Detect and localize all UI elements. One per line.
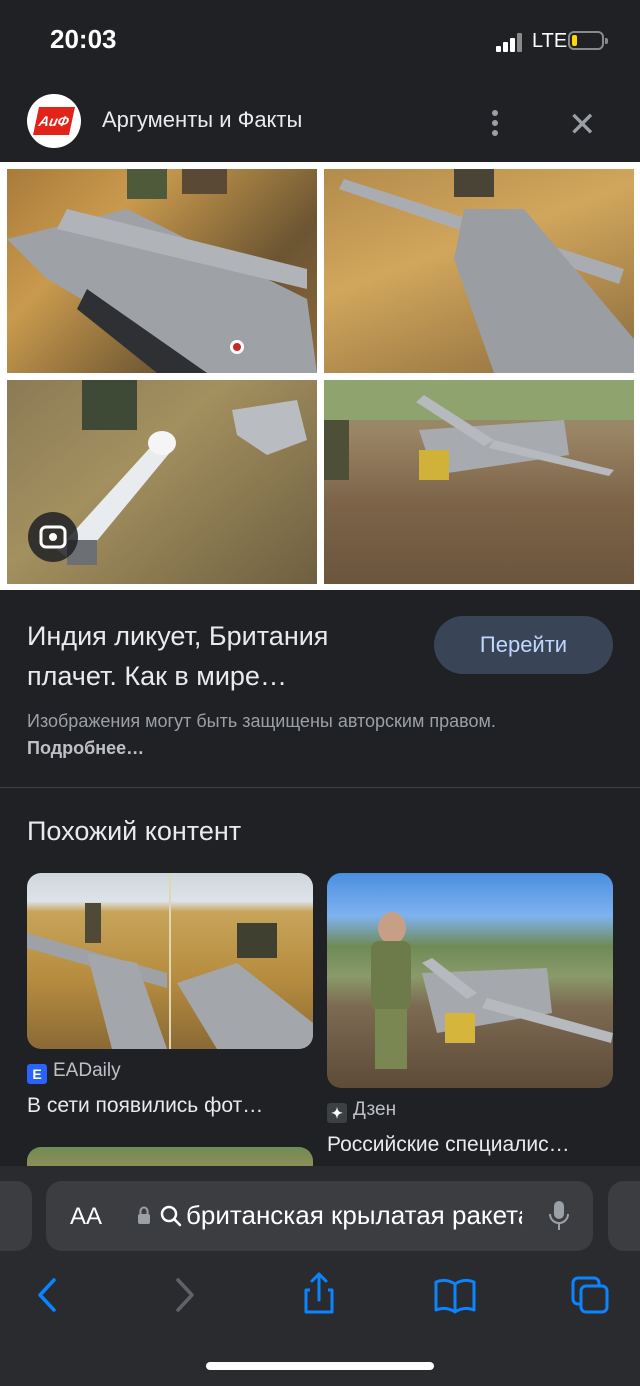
- source-logo[interactable]: АиФ: [27, 94, 81, 148]
- copyright-notice: Изображения могут быть защищены авторски…: [27, 708, 587, 762]
- share-icon[interactable]: [292, 1268, 346, 1322]
- more-options-icon[interactable]: [492, 110, 500, 138]
- status-bar: 20:03 LTE: [0, 0, 640, 80]
- source-name: Дзен: [353, 1099, 397, 1120]
- lens-search-button[interactable]: [28, 512, 78, 562]
- divider: [0, 787, 640, 788]
- result-image[interactable]: [0, 162, 640, 590]
- similar-card-title[interactable]: Российские специалис…: [327, 1133, 570, 1157]
- home-indicator[interactable]: [206, 1362, 434, 1370]
- similar-heading: Похожий контент: [27, 816, 242, 846]
- previous-tab-peek[interactable]: [0, 1181, 32, 1251]
- similar-card-title[interactable]: В сети появились фот…: [27, 1094, 263, 1118]
- similar-card-image[interactable]: [27, 873, 313, 1049]
- photo-drone-on-ground: [324, 380, 634, 584]
- search-icon: [160, 1205, 182, 1227]
- next-tab-peek[interactable]: [608, 1181, 640, 1251]
- close-icon[interactable]: ✕: [568, 108, 597, 142]
- result-title[interactable]: Индия ликует, Британия плачет. Как в мир…: [27, 616, 407, 696]
- query-text: британская крылатая ракета: [186, 1200, 522, 1230]
- camera-search-icon: [39, 525, 67, 549]
- goto-button[interactable]: Перейти: [434, 616, 613, 674]
- battery-icon: [568, 31, 608, 50]
- similar-card-source: E EADaily: [27, 1060, 121, 1084]
- reader-options-button[interactable]: AA: [70, 1203, 102, 1231]
- copyright-text: Изображения могут быть защищены авторски…: [27, 711, 496, 731]
- back-icon[interactable]: [20, 1268, 74, 1322]
- browser-nav-bar: [0, 1268, 640, 1322]
- source-name: EADaily: [53, 1060, 121, 1081]
- bookmarks-icon[interactable]: [428, 1268, 482, 1322]
- lock-icon: [138, 1206, 150, 1224]
- similar-card-image[interactable]: [327, 873, 613, 1088]
- copyright-more-link[interactable]: Подробнее…: [27, 738, 144, 758]
- address-query[interactable]: британская крылатая ракета: [160, 1200, 522, 1231]
- signal-icon: [496, 32, 522, 52]
- eadaily-icon: E: [27, 1064, 47, 1084]
- forward-icon[interactable]: [158, 1268, 212, 1322]
- similar-card-source: ✦ Дзен: [327, 1099, 396, 1123]
- photo-drone-fuselage: [324, 169, 634, 373]
- logo-text: АиФ: [33, 107, 75, 135]
- tabs-icon[interactable]: [564, 1268, 618, 1322]
- dzen-icon: ✦: [327, 1103, 347, 1123]
- source-title[interactable]: Аргументы и Факты: [102, 107, 302, 133]
- network-type: LTE: [532, 30, 568, 52]
- source-header: АиФ Аргументы и Факты ✕: [0, 82, 640, 160]
- microphone-icon[interactable]: [548, 1200, 570, 1232]
- photo-drone-wings-field: [7, 169, 317, 373]
- status-time: 20:03: [50, 24, 117, 54]
